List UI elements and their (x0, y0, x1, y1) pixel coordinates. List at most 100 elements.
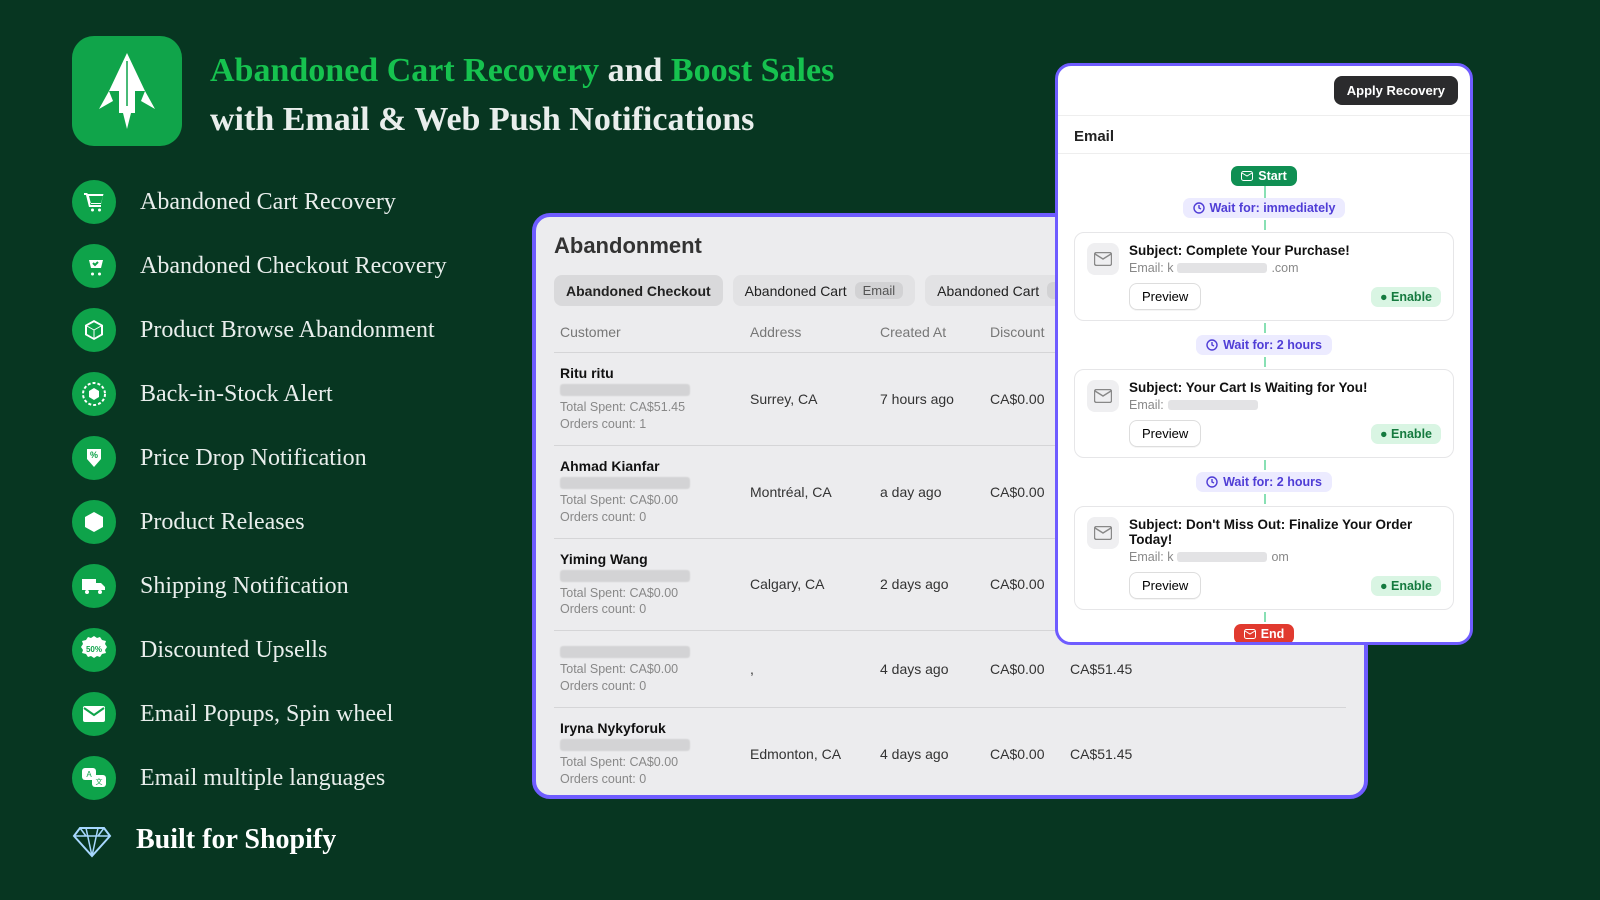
flow-wait-row: Wait for: 2 hours (1074, 466, 1454, 498)
enable-badge: ● Enable (1371, 424, 1441, 444)
cell-customer: Ritu ritu Total Spent: CA$51.45Orders cou… (560, 365, 750, 433)
tab-label: Abandoned Cart (745, 283, 847, 299)
col-created: Created At (880, 324, 990, 340)
mail-icon (1241, 171, 1253, 181)
wait-label: Wait for: immediately (1210, 201, 1336, 215)
cart-icon (72, 180, 116, 224)
headline: Abandoned Cart Recovery and Boost Sales … (210, 46, 834, 145)
cell-address: Surrey, CA (750, 391, 880, 407)
flow-section-title: Email (1058, 116, 1470, 154)
checkout-icon (72, 244, 116, 288)
built-for-label: Built for Shopify (136, 824, 336, 856)
redacted-line (560, 570, 690, 582)
discount-badge-icon: 50% (72, 628, 116, 672)
feature-label: Product Browse Abandonment (140, 317, 435, 344)
headline-seg1: Abandoned Cart Recovery (210, 52, 599, 89)
clock-icon (1206, 339, 1218, 351)
wait-chip: Wait for: 2 hours (1196, 472, 1332, 492)
cell-customer: Yiming Wang Total Spent: CA$0.00Orders co… (560, 551, 750, 619)
cell-customer: Iryna NykyforukTotal Spent: CA$0.00Order… (560, 720, 750, 788)
feature-item: Product Browse Abandonment (72, 308, 512, 352)
step-subject: Subject: Don't Miss Out: Finalize Your O… (1129, 517, 1441, 547)
cell-created: 2 days ago (880, 576, 990, 592)
mail-icon (1087, 517, 1119, 549)
redacted-line (560, 477, 690, 489)
feature-item: Back-in-Stock Alert (72, 372, 512, 416)
mail-icon (1087, 380, 1119, 412)
feature-label: Price Drop Notification (140, 445, 367, 472)
redacted-line (1177, 263, 1267, 273)
flow-wait-row: Wait for: immediately (1074, 192, 1454, 224)
customer-orders: Orders count: 0 (560, 771, 750, 788)
box-icon (72, 500, 116, 544)
stock-alert-icon (72, 372, 116, 416)
table-row: Iryna NykyforukTotal Spent: CA$0.00Order… (554, 707, 1346, 799)
customer-spent: Total Spent: CA$0.00 (560, 754, 750, 771)
redacted-line (1177, 552, 1267, 562)
headline-line2: with Email & Web Push Notifications (210, 101, 754, 138)
customer-orders: Orders count: 0 (560, 678, 750, 695)
customer-orders: Orders count: 0 (560, 509, 750, 526)
feature-item: Abandoned Checkout Recovery (72, 244, 512, 288)
flow-step-card: Subject: Don't Miss Out: Finalize Your O… (1074, 506, 1454, 610)
clock-icon (1193, 202, 1205, 214)
step-subject: Subject: Your Cart Is Waiting for You! (1129, 380, 1441, 395)
feature-label: Email multiple languages (140, 765, 385, 792)
cell-address: Edmonton, CA (750, 746, 880, 762)
step-email: Email: kom (1129, 550, 1441, 564)
feature-label: Abandoned Cart Recovery (140, 189, 396, 216)
apply-recovery-button[interactable]: Apply Recovery (1334, 76, 1458, 105)
price-drop-icon: % (72, 436, 116, 480)
feature-item: Product Releases (72, 500, 512, 544)
feature-label: Product Releases (140, 509, 305, 536)
wait-label: Wait for: 2 hours (1223, 475, 1322, 489)
clock-icon (1206, 476, 1218, 488)
svg-text:A: A (86, 770, 92, 779)
feature-item: A文 Email multiple languages (72, 756, 512, 800)
start-label: Start (1258, 169, 1286, 183)
feature-item: % Price Drop Notification (72, 436, 512, 480)
customer-orders: Orders count: 1 (560, 416, 750, 433)
box-icon (72, 308, 116, 352)
customer-spent: Total Spent: CA$51.45 (560, 399, 750, 416)
customer-spent: Total Spent: CA$0.00 (560, 492, 750, 509)
mail-icon (1244, 629, 1256, 639)
feature-label: Discounted Upsells (140, 637, 327, 664)
feature-item: Email Popups, Spin wheel (72, 692, 512, 736)
flow-body: Start Wait for: immediately Subject: Comp… (1058, 154, 1470, 645)
cell-total: CA$51.45 (1070, 661, 1158, 677)
feature-label: Email Popups, Spin wheel (140, 701, 393, 728)
flow-start-chip: Start (1231, 166, 1296, 186)
customer-name: Yiming Wang (560, 551, 750, 567)
svg-text:50%: 50% (86, 645, 102, 654)
tab-abandoned-checkout[interactable]: Abandoned Checkout (554, 275, 723, 306)
preview-button[interactable]: Preview (1129, 283, 1201, 310)
cell-address: Montréal, CA (750, 484, 880, 500)
cell-customer: Ahmad Kianfar Total Spent: CA$0.00Orders … (560, 458, 750, 526)
flow-wait-row: Wait for: 2 hours (1074, 329, 1454, 361)
preview-button[interactable]: Preview (1129, 572, 1201, 599)
flow-step-card: Subject: Your Cart Is Waiting for You!Em… (1074, 369, 1454, 458)
customer-name: Ritu ritu (560, 365, 750, 381)
tab-pill: Email (855, 282, 904, 299)
cell-created: a day ago (880, 484, 990, 500)
feature-item: Abandoned Cart Recovery (72, 180, 512, 224)
customer-name: Ahmad Kianfar (560, 458, 750, 474)
cell-created: 4 days ago (880, 661, 990, 677)
tab-abandoned-cart-email[interactable]: Abandoned Cart Email (733, 275, 915, 306)
preview-button[interactable]: Preview (1129, 420, 1201, 447)
translate-icon: A文 (72, 756, 116, 800)
cell-created: 7 hours ago (880, 391, 990, 407)
wait-chip: Wait for: 2 hours (1196, 335, 1332, 355)
redacted-line (560, 384, 690, 396)
customer-spent: Total Spent: CA$0.00 (560, 585, 750, 602)
customer-orders: Orders count: 0 (560, 601, 750, 618)
app-logo (72, 36, 182, 146)
flow-end-row: End (1074, 618, 1454, 645)
feature-item: Shipping Notification (72, 564, 512, 608)
svg-text:%: % (90, 450, 98, 460)
wait-chip: Wait for: immediately (1183, 198, 1346, 218)
rocket-icon (95, 51, 159, 131)
end-label: End (1261, 627, 1285, 641)
step-subject: Subject: Complete Your Purchase! (1129, 243, 1441, 258)
